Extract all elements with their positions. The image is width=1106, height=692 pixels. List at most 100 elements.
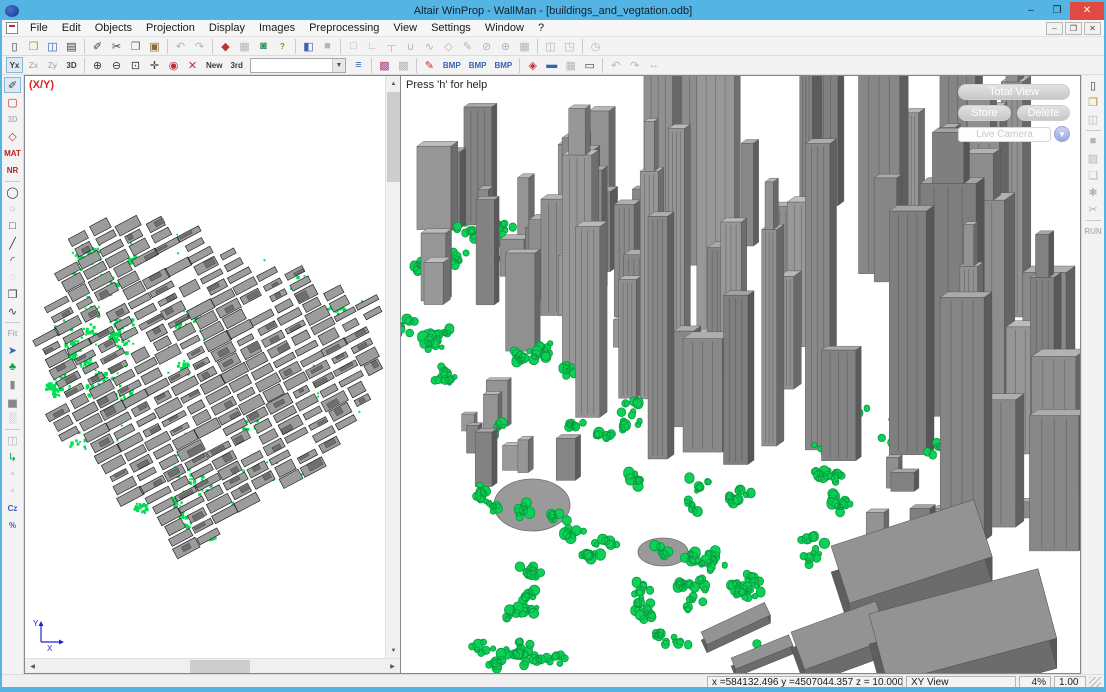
snap-corner-icon[interactable]: ↳ <box>4 449 21 465</box>
document-icon[interactable] <box>6 22 18 34</box>
terrain-tool-icon[interactable]: ░ <box>4 410 21 426</box>
zoom-3rd-icon[interactable]: 3rd <box>227 57 245 73</box>
flip-icon[interactable]: ↔ <box>645 57 662 73</box>
zoom-reset-icon[interactable]: ✕ <box>184 57 201 73</box>
number-mode-icon[interactable]: NR <box>4 162 22 178</box>
draw-circle-icon[interactable]: ⊘ <box>478 38 495 54</box>
origin-marker-icon[interactable]: ◈ <box>524 57 541 73</box>
material-mode-icon[interactable]: MAT <box>1 145 24 161</box>
draw-ellipse-icon[interactable]: ◌ <box>4 269 21 285</box>
vertical-scrollbar[interactable]: ▲ ▼ <box>385 76 400 658</box>
draw-arc-icon[interactable]: ◜ <box>4 252 21 268</box>
draw-u-icon[interactable]: ∪ <box>402 38 419 54</box>
draw-circle-icon[interactable]: ○ <box>4 201 21 217</box>
grid-toggle-icon[interactable]: ▦ <box>562 57 579 73</box>
redo-icon[interactable]: ↷ <box>191 38 208 54</box>
select-area-icon[interactable]: ▢ <box>4 94 21 110</box>
project-save-icon[interactable]: ◫ <box>1085 111 1102 127</box>
save-icon[interactable]: ◫ <box>44 38 61 54</box>
layers-icon[interactable]: ≡ <box>350 57 367 73</box>
zoom-window-icon[interactable]: ⊡ <box>127 57 144 73</box>
coord-z-icon[interactable]: Cz <box>4 500 21 516</box>
sim-convert-icon[interactable]: ❏ <box>1085 167 1102 183</box>
close-button[interactable]: ✕ <box>1070 2 1104 20</box>
draw-s-icon[interactable]: ∿ <box>421 38 438 54</box>
menu-item-preprocessing[interactable]: Preprocessing <box>302 21 386 35</box>
page-tool-icon[interactable]: ▫ <box>4 466 21 482</box>
store-button[interactable]: Store <box>958 105 1011 121</box>
menu-item-display[interactable]: Display <box>202 21 252 35</box>
image-export-icon[interactable]: ▦ <box>236 38 253 54</box>
scroll-down-icon[interactable]: ▼ <box>386 643 400 658</box>
draw-line-icon[interactable]: ╱ <box>4 235 21 251</box>
window-split-icon[interactable]: ◧ <box>300 38 317 54</box>
marker-icon[interactable]: ✎ <box>421 57 438 73</box>
menu-item-file[interactable]: File <box>23 21 55 35</box>
scroll-left-icon[interactable]: ◀ <box>25 659 40 674</box>
new-icon[interactable]: ▯ <box>6 38 23 54</box>
draw-pencil-icon[interactable]: ✎ <box>459 38 476 54</box>
view-3d-icon[interactable]: 3D <box>63 57 80 73</box>
scale-z-icon[interactable]: % <box>4 517 21 533</box>
materials-icon[interactable]: ◙ <box>255 38 272 54</box>
menu-item-projection[interactable]: Projection <box>139 21 202 35</box>
database-icon[interactable]: ◆ <box>217 38 234 54</box>
zoom-new-icon[interactable]: New <box>203 57 225 73</box>
print-icon[interactable]: ▤ <box>63 38 80 54</box>
sim-settings-icon[interactable]: ✱ <box>1085 184 1102 200</box>
view-yz-icon[interactable]: Zy <box>44 57 61 73</box>
menu-item-objects[interactable]: Objects <box>88 21 139 35</box>
maximize-button[interactable]: ❐ <box>1044 2 1070 20</box>
rotate-right-icon[interactable]: ↷ <box>626 57 643 73</box>
view-3d-panel[interactable]: Press 'h' for help Total View Store Dele… <box>401 75 1081 674</box>
menu-item-edit[interactable]: Edit <box>55 21 88 35</box>
draw-tee-icon[interactable]: ┬ <box>383 38 400 54</box>
bmp-copy-icon[interactable]: BMP <box>466 57 490 73</box>
camera-dropdown-button[interactable]: ▼ <box>1054 126 1070 142</box>
view-xz-icon[interactable]: Zx <box>25 57 42 73</box>
image-gray-icon[interactable]: ▩ <box>395 57 412 73</box>
menu-item-view[interactable]: View <box>386 21 424 35</box>
draw-spline-icon[interactable]: ∿ <box>4 303 21 319</box>
delete-button[interactable]: Delete <box>1017 105 1070 121</box>
zoom-in-icon[interactable]: ⊕ <box>89 57 106 73</box>
move-object-icon[interactable]: ➤ <box>4 342 21 358</box>
window-single-icon[interactable]: ■ <box>319 38 336 54</box>
draw-rect-icon[interactable]: □ <box>345 38 362 54</box>
object-filter-combobox[interactable]: ▼ <box>250 58 346 73</box>
mdi-close-button[interactable]: ✕ <box>1084 22 1101 35</box>
draw-polygon-icon[interactable]: ◯ <box>4 184 21 200</box>
vertical-scroll-thumb[interactable] <box>387 92 400 182</box>
vegetation-tool-icon[interactable]: ♣ <box>4 359 21 375</box>
fit-view-icon[interactable]: Fit <box>4 325 21 341</box>
zoom-pan-icon[interactable]: ✛ <box>146 57 163 73</box>
menu-item-images[interactable]: Images <box>252 21 302 35</box>
map-2d-area[interactable]: (X/Y) Y X ▲ ▼ <box>25 76 400 658</box>
mdi-restore-button[interactable]: ❐ <box>1065 22 1082 35</box>
sim-cut-icon[interactable]: ✂ <box>1085 201 1102 217</box>
building-tool-icon[interactable]: ▅ <box>4 393 21 409</box>
draw-box-icon[interactable]: ❒ <box>4 286 21 302</box>
project-open-icon[interactable]: ❐ <box>1085 94 1102 110</box>
view-xy-icon[interactable]: Yx <box>6 57 23 73</box>
draw-corner-icon[interactable]: ∟ <box>364 38 381 54</box>
cut-icon[interactable]: ✂ <box>108 38 125 54</box>
draw-poly-icon[interactable]: ◇ <box>440 38 457 54</box>
mdi-minimize-button[interactable]: – <box>1046 22 1063 35</box>
scroll-right-icon[interactable]: ▶ <box>385 659 400 674</box>
chevron-down-icon[interactable]: ▼ <box>332 59 345 72</box>
draw-globe-icon[interactable]: ⊕ <box>497 38 514 54</box>
mode-3d-icon[interactable]: 3D <box>4 111 21 127</box>
draw-rectangle-icon[interactable]: □ <box>4 218 21 234</box>
undo-icon[interactable]: ↶ <box>172 38 189 54</box>
draw-image-icon[interactable]: ▦ <box>516 38 533 54</box>
menu-item-window[interactable]: Window <box>478 21 531 35</box>
wall-tool-icon[interactable]: ▮ <box>4 376 21 392</box>
bmp-view-icon[interactable]: BMP <box>491 57 515 73</box>
resize-grip[interactable] <box>1089 677 1101 689</box>
split-horizontal-icon[interactable]: ◫ <box>542 38 559 54</box>
view-3d-canvas[interactable] <box>401 76 1081 673</box>
zoom-point-icon[interactable]: ◉ <box>165 57 182 73</box>
image-pair-icon[interactable]: ◫ <box>4 432 21 448</box>
select-polygon-icon[interactable]: ◇ <box>4 128 21 144</box>
